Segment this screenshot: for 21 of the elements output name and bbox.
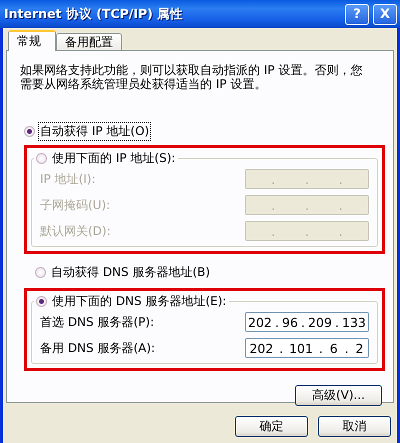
description-text: 如果网络支持此功能，则可以获取自动指派的 IP 设置。否则，您需要从网络系统管理员处获得适当的 IP 设置。	[20, 63, 364, 91]
ok-button[interactable]: 确定	[235, 416, 308, 437]
field-label: 备用 DNS 服务器(A):	[40, 340, 156, 356]
field-label: 首选 DNS 服务器(P):	[40, 314, 154, 330]
field-label: 子网掩码(U):	[40, 196, 110, 214]
field-label: 默认网关(D):	[40, 222, 111, 240]
cancel-button[interactable]: 取消	[318, 416, 391, 437]
radio-label[interactable]: 自动获得 DNS 服务器地址(B)	[50, 264, 212, 280]
radio-button[interactable]	[36, 296, 47, 306]
close-button[interactable]: X	[373, 4, 397, 24]
radio-button[interactable]	[35, 266, 46, 278]
ip-address-field[interactable]: 202 . 96 . 209 . 133	[245, 312, 369, 332]
advanced-button[interactable]: 高级(V)...	[295, 385, 382, 406]
radio-label[interactable]: 使用下面的 DNS 服务器地址(E):	[51, 292, 228, 310]
radio-button[interactable]	[24, 126, 35, 136]
radio-label[interactable]: 自动获得 IP 地址(O)	[39, 122, 150, 140]
tab[interactable]: 常规	[8, 30, 56, 51]
field-label: IP 地址(I):	[40, 170, 96, 188]
tab[interactable]: 备用配置	[56, 33, 122, 50]
ip-address-field[interactable]: 202 . 101 . 6 . 2	[245, 338, 369, 358]
window-title: Internet 协议 (TCP/IP) 属性	[4, 6, 184, 22]
